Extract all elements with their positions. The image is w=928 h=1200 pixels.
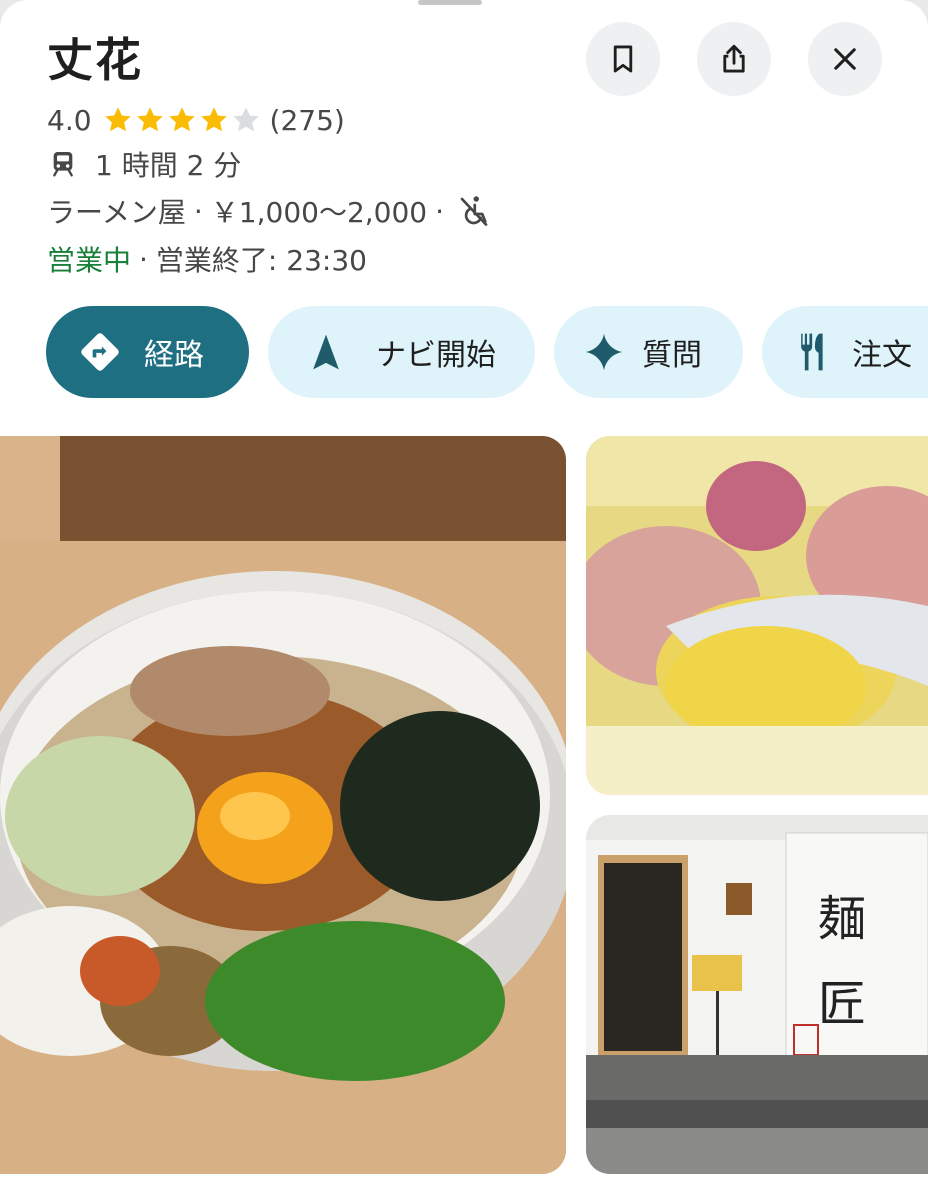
drag-handle[interactable] (418, 0, 482, 5)
star-icon (136, 107, 163, 132)
share-button[interactable] (697, 22, 771, 96)
action-chips: 経路 ナビ開始 質問 注文 (46, 306, 928, 398)
transit-row[interactable]: 1 時間 2 分 (47, 144, 241, 184)
directions-label: 経路 (144, 338, 204, 373)
info-row: ラーメン屋 · ￥1,000～2,000 · (47, 191, 492, 231)
bookmark-icon (613, 45, 633, 73)
sheet-corner-left (0, 0, 28, 28)
star-icon (104, 107, 131, 132)
sparkle-icon (585, 333, 623, 371)
star-empty-icon (232, 107, 259, 132)
separator-dot: · (193, 194, 203, 228)
closing-time: 営業終了: 23:30 (155, 244, 367, 277)
order-label: 注文 (852, 338, 912, 373)
navigation-arrow-icon (313, 334, 339, 370)
star-icon (168, 107, 195, 132)
ramen-soup-image (586, 436, 928, 795)
start-navigation-label: ナビ開始 (376, 338, 496, 373)
place-title: 丈花 (47, 33, 143, 87)
rating-value: 4.0 (47, 103, 92, 137)
start-navigation-button[interactable]: ナビ開始 (268, 306, 535, 398)
banner-title-1: 麺 (818, 891, 866, 947)
hours-row[interactable]: 営業中 · 営業終了: 23:30 (47, 239, 367, 279)
order-button[interactable]: 注文 (762, 306, 928, 398)
no-wheelchair-icon (460, 196, 488, 226)
rating-row[interactable]: 4.0 (275) (47, 100, 345, 140)
restaurant-icon (801, 333, 823, 371)
close-button[interactable] (808, 22, 882, 96)
share-icon (723, 44, 745, 73)
mazesoba-image (0, 436, 566, 1174)
ask-button[interactable]: 質問 (554, 306, 743, 398)
open-status: 営業中 (47, 244, 132, 277)
category-label: ラーメン屋 (47, 196, 186, 229)
directions-icon (81, 333, 119, 371)
banner-title-2: 匠 (818, 976, 866, 1032)
star-rating (102, 104, 262, 136)
ask-label: 質問 (642, 338, 702, 373)
train-icon (53, 152, 73, 177)
star-icon (200, 107, 227, 132)
photo-ramen-soup[interactable] (586, 436, 928, 795)
transit-time: 1 時間 2 分 (95, 149, 242, 182)
photo-mazesoba[interactable] (0, 436, 566, 1174)
photo-storefront[interactable]: 麺 匠 (586, 815, 928, 1174)
directions-button[interactable]: 経路 (46, 306, 249, 398)
separator-dot: · (435, 194, 445, 228)
storefront-image: 麺 匠 (586, 815, 928, 1174)
close-icon (834, 48, 856, 70)
sheet-corner-right (900, 0, 928, 28)
price-range: ￥1,000～2,000 (210, 196, 428, 229)
separator-dot: · (139, 242, 148, 276)
review-count: (275) (269, 103, 345, 137)
save-button[interactable] (586, 22, 660, 96)
